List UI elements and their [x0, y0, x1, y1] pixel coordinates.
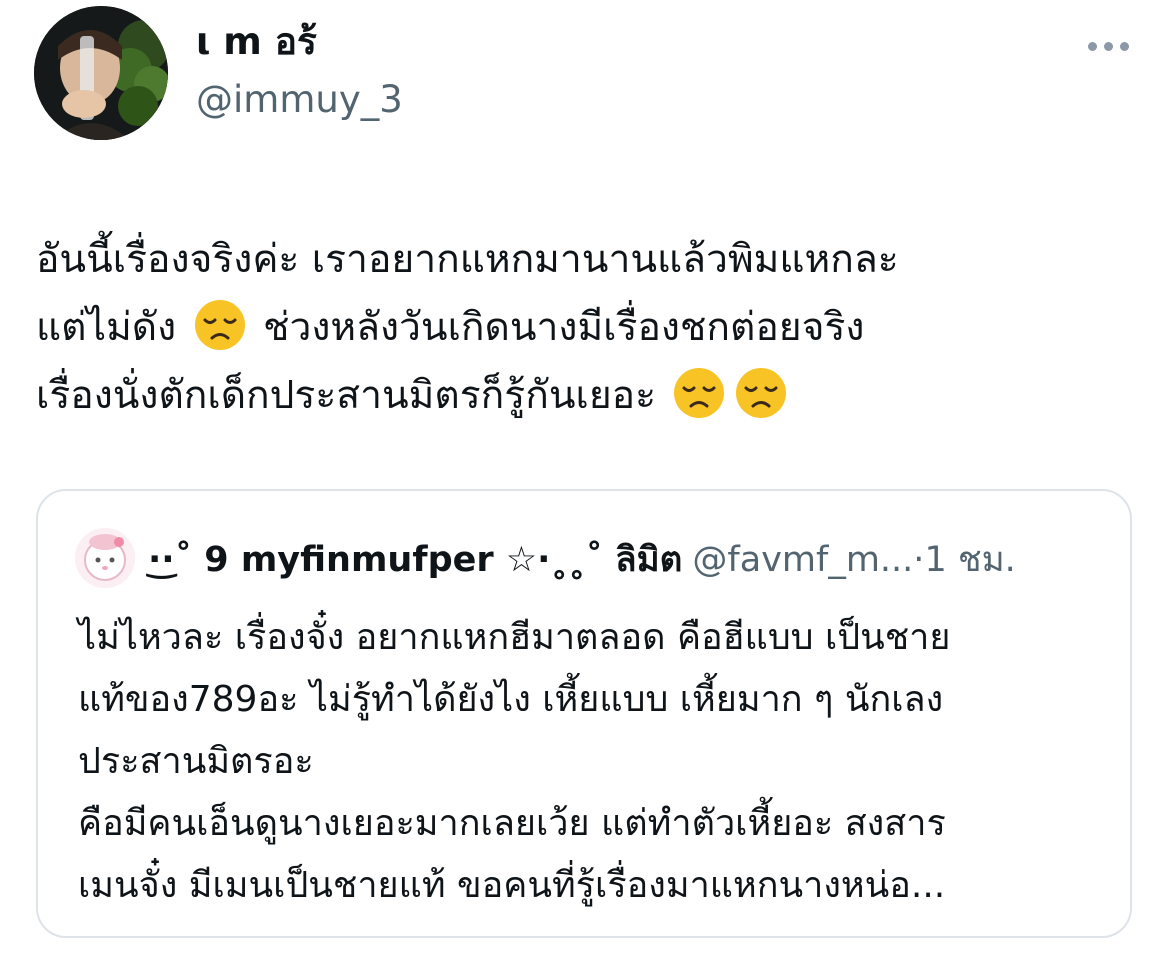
tweet: ι m อร้ @immuy_3 อันนี้เรื่องจริงค่ะ เรา…: [0, 0, 1170, 970]
more-horizontal-icon: [1104, 42, 1113, 51]
disappointed-face-icon: [672, 366, 726, 420]
tweet-text-line: แต่ไม่ดัง ช่วงหลังวันเกิดนางมีเรื่องชกต่…: [36, 294, 1136, 362]
disappointed-face-icon: [193, 298, 247, 352]
quoted-tweet-text: ไม่ไหวละ เรื่องจั๋ง อยากแหกฮีมาตลอด คือฮ…: [78, 607, 1118, 917]
header-separator: ·: [913, 540, 925, 580]
quoted-text-line: ประสานมิตรอะ: [78, 741, 314, 782]
tweet-text-segment: แต่ไม่ดัง: [36, 305, 177, 350]
quoted-author-handle[interactable]: @favmf_m...: [692, 540, 913, 580]
tweet-text-segment: ช่วงหลังวันเกิดนางมีเรื่องชกต่อยจริง: [262, 305, 865, 350]
quoted-tweet-header: ·͜·˚ 9 myfinmufper ☆·˳˳˚ ลิมิต @favmf_m..…: [148, 537, 1016, 583]
quoted-text-line: ไม่ไหวละ เรื่องจั๋ง อยากแหกฮีมาตลอด คือฮ…: [78, 617, 951, 658]
quoted-text-line: คือมีคนเอ็นดูนางเยอะมากเลยเว้ย แต่ทำตัวเ…: [78, 803, 946, 844]
tweet-text: อันนี้เรื่องจริงค่ะ เราอยากแหกมานานแล้วพ…: [36, 226, 1136, 430]
more-options-button[interactable]: [1078, 28, 1138, 64]
tweet-text-line: อันนี้เรื่องจริงค่ะ เราอยากแหกมานานแล้วพ…: [36, 237, 899, 282]
disappointed-face-icon: [734, 366, 788, 420]
avatar-photo: [34, 6, 168, 140]
more-horizontal-icon: [1120, 42, 1129, 51]
tweet-text-line: เรื่องนั่งตักเด็กประสานมิตรก็รู้กันเยอะ: [36, 362, 1136, 430]
quoted-text-line: แท้ของ789อะ ไม่รู้ทำได้ยังไง เหี้ยแบบ เห…: [78, 679, 944, 720]
quoted-author-avatar[interactable]: [75, 528, 135, 588]
quoted-tweet-card[interactable]: ·͜·˚ 9 myfinmufper ☆·˳˳˚ ลิมิต @favmf_m..…: [36, 489, 1132, 938]
author-handle[interactable]: @immuy_3: [196, 74, 403, 126]
quoted-text-line: เมนจั๋ง มีเมนเป็นชายแท้ ขอคนที่รู้เรื่อง…: [78, 865, 946, 906]
quoted-author-display-name[interactable]: ·͜·˚ 9 myfinmufper ☆·˳˳˚ ลิมิต: [148, 540, 682, 580]
author-display-name[interactable]: ι m อร้: [196, 16, 317, 68]
avatar-photo: [75, 528, 135, 588]
quoted-tweet-timestamp[interactable]: 1 ชม.: [924, 540, 1015, 580]
author-avatar[interactable]: [34, 6, 168, 140]
more-horizontal-icon: [1088, 42, 1097, 51]
tweet-text-segment: เรื่องนั่งตักเด็กประสานมิตรก็รู้กันเยอะ: [36, 373, 657, 418]
